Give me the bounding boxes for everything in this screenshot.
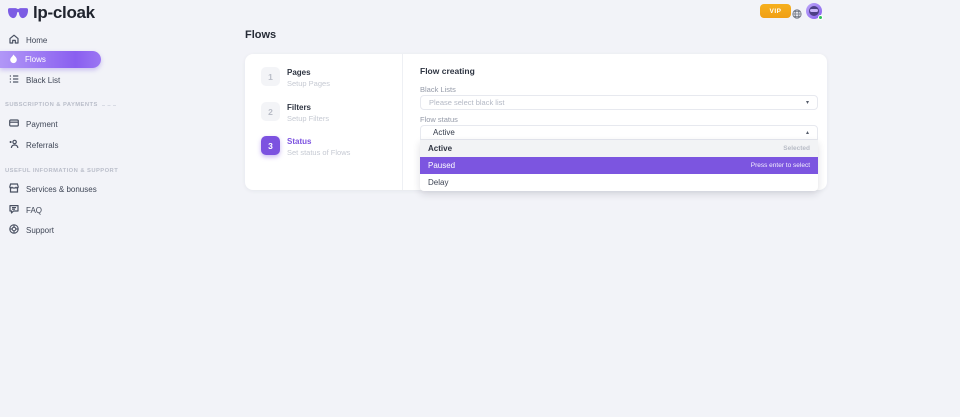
shop-icon [9, 183, 19, 195]
flow-status-label: Flow status [420, 115, 458, 124]
step-title: Status [287, 136, 350, 146]
sidebar-section-subscription: SUBSCRIPTION & PAYMENTS [5, 102, 116, 108]
flow-status-dropdown: Active Selected Paused Press enter to se… [420, 140, 818, 191]
flow-status-value: Active [429, 128, 455, 137]
sidebar-item-faq[interactable]: FAQ [0, 202, 42, 218]
step-subtitle: Setup Pages [287, 79, 330, 88]
sidebar-item-label: Support [26, 226, 54, 235]
flow-creating-card: 1 Pages Setup Pages 2 Filters Setup Filt… [245, 54, 827, 190]
home-icon [9, 34, 19, 46]
step-number: 3 [261, 136, 280, 155]
list-icon [9, 74, 19, 86]
step-status[interactable]: 3 Status Set status of Flows [261, 136, 350, 157]
sidebar-item-label: Services & bonuses [26, 185, 97, 194]
chat-icon [9, 204, 19, 216]
form-title: Flow creating [420, 66, 475, 76]
option-delay[interactable]: Delay [420, 174, 818, 191]
vip-button[interactable]: VIP [760, 4, 791, 18]
step-filters[interactable]: 2 Filters Setup Filters [261, 102, 329, 123]
step-title: Filters [287, 102, 329, 112]
credit-card-icon [9, 118, 19, 130]
brand-logo[interactable]: lp-cloak [8, 3, 95, 23]
sidebar-item-support[interactable]: Support [0, 222, 54, 238]
page-title: Flows [245, 29, 276, 41]
black-lists-placeholder: Please select black list [429, 98, 504, 107]
sidebar-section-support: USEFUL INFORMATION & SUPPORT [5, 168, 118, 174]
option-label: Delay [428, 178, 448, 187]
user-avatar[interactable] [806, 3, 822, 19]
flows-icon [9, 54, 18, 66]
life-ring-icon [9, 224, 19, 236]
sidebar-item-label: Home [26, 36, 47, 45]
sidebar-item-payment[interactable]: Payment [0, 116, 58, 132]
sidebar-item-flows[interactable]: Flows [0, 51, 101, 68]
step-subtitle: Set status of Flows [287, 148, 350, 157]
sidebar-item-referrals[interactable]: Referrals [0, 137, 58, 153]
sidebar-item-label: Flows [25, 55, 46, 64]
sidebar-item-label: Payment [26, 120, 58, 129]
black-lists-select[interactable]: Please select black list ▾ [420, 95, 818, 110]
mask-logo-icon [8, 7, 28, 20]
section-divider [102, 105, 116, 106]
sidebar-item-label: FAQ [26, 206, 42, 215]
option-hint: Selected [783, 145, 810, 152]
option-paused[interactable]: Paused Press enter to select [420, 157, 818, 174]
step-subtitle: Setup Filters [287, 114, 329, 123]
sidebar-item-label: Black List [26, 76, 60, 85]
step-pages[interactable]: 1 Pages Setup Pages [261, 67, 330, 88]
user-plus-icon [9, 139, 19, 151]
step-number: 2 [261, 102, 280, 121]
option-active[interactable]: Active Selected [420, 140, 818, 157]
language-globe-icon[interactable] [792, 6, 802, 16]
option-hint: Press enter to select [751, 162, 810, 169]
sidebar-item-label: Referrals [26, 141, 58, 150]
online-status-dot [818, 15, 823, 20]
brand-name: lp-cloak [33, 3, 95, 23]
sidebar-item-home[interactable]: Home [0, 32, 47, 48]
black-lists-label: Black Lists [420, 85, 456, 94]
card-divider [402, 54, 403, 190]
step-title: Pages [287, 67, 330, 77]
chevron-down-icon: ▾ [806, 100, 809, 106]
flow-status-select[interactable]: Active ▴ [420, 125, 818, 140]
option-label: Paused [428, 161, 455, 170]
sidebar-item-services[interactable]: Services & bonuses [0, 181, 97, 197]
option-label: Active [428, 144, 452, 153]
sidebar-item-black-list[interactable]: Black List [0, 72, 60, 88]
avatar-figure-band [810, 9, 818, 12]
chevron-up-icon: ▴ [806, 130, 809, 136]
step-number: 1 [261, 67, 280, 86]
